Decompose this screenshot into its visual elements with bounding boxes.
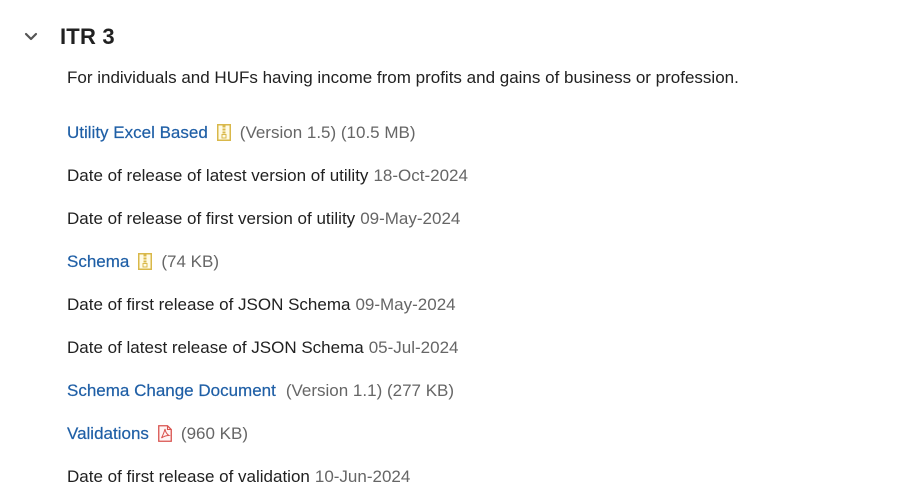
validations-meta: (960 KB) <box>180 423 248 443</box>
validation-first-label: Date of first release of validation <box>67 466 310 486</box>
schema-change-row: Schema Change Document (Version 1.1) (27… <box>67 369 892 412</box>
schema-first-date: 09-May-2024 <box>355 294 456 314</box>
utility-excel-link[interactable]: Utility Excel Based <box>67 122 208 143</box>
utility-latest-date: 18-Oct-2024 <box>373 165 468 185</box>
utility-meta: (Version 1.5) (10.5 MB) <box>239 122 416 142</box>
schema-change-meta: (Version 1.1) (277 KB) <box>285 380 455 400</box>
validations-row: Validations (960 KB) <box>67 412 892 455</box>
utility-first-label: Date of release of first version of util… <box>67 208 356 228</box>
section-description-row: For individuals and HUFs having income f… <box>67 68 892 93</box>
utility-first-row: Date of release of first version of util… <box>67 197 892 240</box>
itr-page: ITR 3 For individuals and HUFs having in… <box>0 0 902 491</box>
utility-row: Utility Excel Based (Version 1.5) (10.5 … <box>67 111 892 154</box>
pdf-file-icon <box>158 425 172 442</box>
schema-meta: (74 KB) <box>161 251 220 271</box>
utility-latest-label: Date of release of latest version of uti… <box>67 165 369 185</box>
zip-file-icon <box>216 124 231 141</box>
schema-row: Schema (74 KB) <box>67 240 892 283</box>
validation-first-row: Date of first release of validation 10-J… <box>67 455 892 491</box>
itr3-section-header[interactable]: ITR 3 <box>22 24 115 50</box>
validation-first-date: 10-Jun-2024 <box>314 466 411 486</box>
zip-file-icon <box>138 253 153 270</box>
section-description: For individuals and HUFs having income f… <box>67 68 739 87</box>
utility-latest-row: Date of release of latest version of uti… <box>67 154 892 197</box>
validations-link[interactable]: Validations <box>67 423 149 444</box>
schema-latest-label: Date of latest release of JSON Schema <box>67 337 364 357</box>
schema-latest-date: 05-Jul-2024 <box>368 337 459 357</box>
schema-first-row: Date of first release of JSON Schema 09-… <box>67 283 892 326</box>
utility-first-date: 09-May-2024 <box>360 208 461 228</box>
schema-change-link[interactable]: Schema Change Document <box>67 380 276 401</box>
schema-first-label: Date of first release of JSON Schema <box>67 294 351 314</box>
schema-latest-row: Date of latest release of JSON Schema 05… <box>67 326 892 369</box>
chevron-down-icon[interactable] <box>22 28 40 46</box>
schema-link[interactable]: Schema <box>67 251 130 272</box>
section-content: For individuals and HUFs having income f… <box>67 68 892 491</box>
section-title: ITR 3 <box>60 24 115 49</box>
